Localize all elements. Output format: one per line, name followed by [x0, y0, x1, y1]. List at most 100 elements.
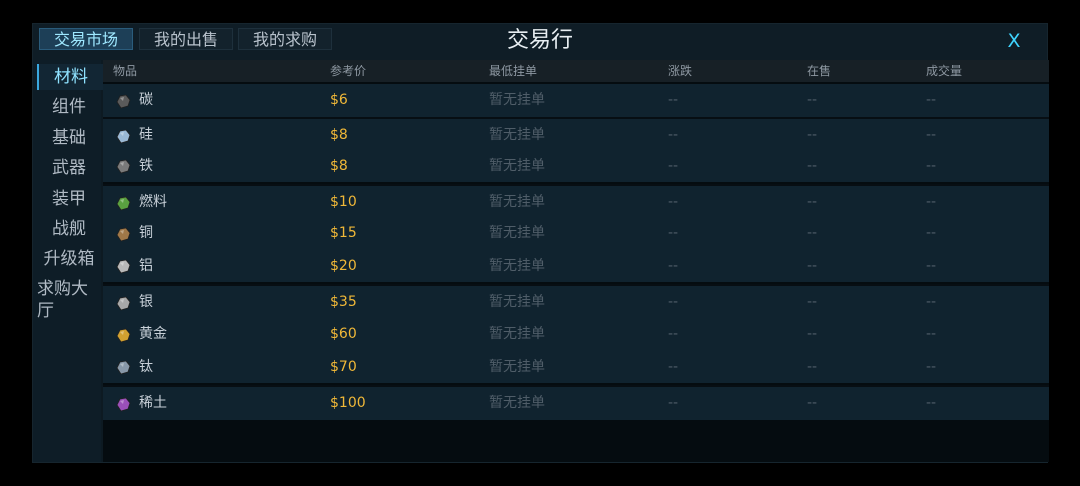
table-row[interactable]: 燃料 $10 暂无挂单 -- -- -- — [103, 184, 1049, 219]
sidebar-item-upgrade-box[interactable]: 升级箱 — [37, 248, 101, 270]
item-name: 钛 — [139, 359, 153, 375]
table-row[interactable]: 银 $35 暂无挂单 -- -- -- — [103, 284, 1049, 319]
trade-volume: -- — [926, 225, 937, 241]
price-change: -- — [668, 225, 679, 241]
price-change: -- — [668, 359, 679, 375]
market-table: 物品 参考价 最低挂单 涨跌 在售 成交量 碳 $6 暂无挂单 -- -- -- 硅 $8 暂无… — [103, 60, 1049, 462]
table-row[interactable]: 稀土 $100 暂无挂单 -- -- -- — [103, 385, 1049, 420]
lowest-listing: 暂无挂单 — [489, 225, 545, 241]
trade-volume: -- — [926, 359, 937, 375]
trade-volume: -- — [926, 258, 937, 274]
reference-price: $100 — [330, 395, 366, 411]
sidebar-item-buy-hall[interactable]: 求购大厅 — [37, 278, 97, 322]
price-change: -- — [668, 194, 679, 210]
item-name: 银 — [139, 294, 153, 310]
trade-volume: -- — [926, 127, 937, 143]
on-sale-count: -- — [807, 326, 818, 342]
on-sale-count: -- — [807, 127, 818, 143]
on-sale-count: -- — [807, 359, 818, 375]
silicon-ore-icon — [116, 129, 131, 143]
item-name: 燃料 — [139, 194, 167, 210]
lowest-listing: 暂无挂单 — [489, 194, 545, 210]
on-sale-count: -- — [807, 225, 818, 241]
trade-volume: -- — [926, 395, 937, 411]
column-header-item: 物品 — [113, 64, 138, 78]
fuel-ore-icon — [116, 196, 131, 210]
trade-window: 交易市场 我的出售 我的求购 交易行 X 材料 组件 基础 武器 装甲 战舰 升… — [32, 23, 1049, 463]
category-sidebar: 材料 组件 基础 武器 装甲 战舰 升级箱 求购大厅 — [33, 60, 103, 462]
column-header-reference-price: 参考价 — [330, 64, 367, 78]
sidebar-item-weapons[interactable]: 武器 — [37, 157, 101, 179]
rare-earth-ore-icon — [116, 397, 131, 411]
table-row[interactable]: 铝 $20 暂无挂单 -- -- -- — [103, 250, 1049, 282]
sidebar-item-armor[interactable]: 装甲 — [37, 188, 101, 210]
reference-price: $20 — [330, 258, 357, 274]
reference-price: $60 — [330, 326, 357, 342]
aluminum-ore-icon — [116, 259, 131, 274]
item-name: 碳 — [139, 92, 153, 108]
price-change: -- — [668, 158, 679, 174]
lowest-listing: 暂无挂单 — [489, 92, 545, 108]
reference-price: $35 — [330, 294, 357, 310]
lowest-listing: 暂无挂单 — [489, 158, 545, 174]
lowest-listing: 暂无挂单 — [489, 395, 545, 411]
price-change: -- — [668, 395, 679, 411]
lowest-listing: 暂无挂单 — [489, 294, 545, 310]
copper-ore-icon — [116, 227, 131, 241]
table-row[interactable]: 铜 $15 暂无挂单 -- -- -- — [103, 217, 1049, 250]
silver-ore-icon — [116, 296, 131, 310]
lowest-listing: 暂无挂单 — [489, 127, 545, 143]
lowest-listing: 暂无挂单 — [489, 258, 545, 274]
on-sale-count: -- — [807, 194, 818, 210]
tab-my-sales[interactable]: 我的出售 — [139, 28, 233, 50]
gold-ore-icon — [116, 328, 131, 342]
column-header-on-sale: 在售 — [807, 64, 832, 78]
on-sale-count: -- — [807, 258, 818, 274]
table-row[interactable]: 钛 $70 暂无挂单 -- -- -- — [103, 351, 1049, 383]
reference-price: $8 — [330, 127, 348, 143]
lowest-listing: 暂无挂单 — [489, 359, 545, 375]
sidebar-item-warships[interactable]: 战舰 — [37, 218, 101, 240]
sidebar-item-materials[interactable]: 材料 — [37, 64, 103, 90]
reference-price: $6 — [330, 92, 348, 108]
price-change: -- — [668, 127, 679, 143]
item-name: 硅 — [139, 127, 153, 143]
on-sale-count: -- — [807, 158, 818, 174]
reference-price: $10 — [330, 194, 357, 210]
column-header-change: 涨跌 — [668, 64, 693, 78]
on-sale-count: -- — [807, 92, 818, 108]
titanium-ore-icon — [116, 360, 131, 375]
column-header-lowest-listing: 最低挂单 — [489, 64, 538, 78]
trade-volume: -- — [926, 158, 937, 174]
sidebar-item-basic[interactable]: 基础 — [37, 127, 101, 149]
tab-my-buy-orders[interactable]: 我的求购 — [238, 28, 332, 50]
table-header: 物品 参考价 最低挂单 涨跌 在售 成交量 — [103, 60, 1049, 82]
item-name: 铜 — [139, 225, 153, 241]
close-button[interactable]: X — [1003, 28, 1025, 54]
trade-volume: -- — [926, 326, 937, 342]
price-change: -- — [668, 258, 679, 274]
iron-ore-icon — [116, 159, 131, 174]
reference-price: $15 — [330, 225, 357, 241]
item-name: 铝 — [139, 258, 153, 274]
price-change: -- — [668, 92, 679, 108]
on-sale-count: -- — [807, 294, 818, 310]
item-name: 黄金 — [139, 326, 167, 342]
item-name: 铁 — [139, 158, 153, 174]
on-sale-count: -- — [807, 395, 818, 411]
top-bar: 交易市场 我的出售 我的求购 交易行 X — [33, 24, 1047, 60]
table-row[interactable]: 铁 $8 暂无挂单 -- -- -- — [103, 150, 1049, 182]
table-row[interactable]: 硅 $8 暂无挂单 -- -- -- — [103, 117, 1049, 152]
table-row[interactable]: 黄金 $60 暂无挂单 -- -- -- — [103, 318, 1049, 351]
price-change: -- — [668, 294, 679, 310]
trade-volume: -- — [926, 92, 937, 108]
reference-price: $70 — [330, 359, 357, 375]
tab-trade-market[interactable]: 交易市场 — [39, 28, 133, 50]
trade-volume: -- — [926, 194, 937, 210]
sidebar-item-components[interactable]: 组件 — [37, 96, 101, 118]
lowest-listing: 暂无挂单 — [489, 326, 545, 342]
trade-volume: -- — [926, 294, 937, 310]
carbon-ore-icon — [116, 94, 131, 108]
table-row[interactable]: 碳 $6 暂无挂单 -- -- -- — [103, 84, 1049, 117]
column-header-volume: 成交量 — [926, 64, 963, 78]
